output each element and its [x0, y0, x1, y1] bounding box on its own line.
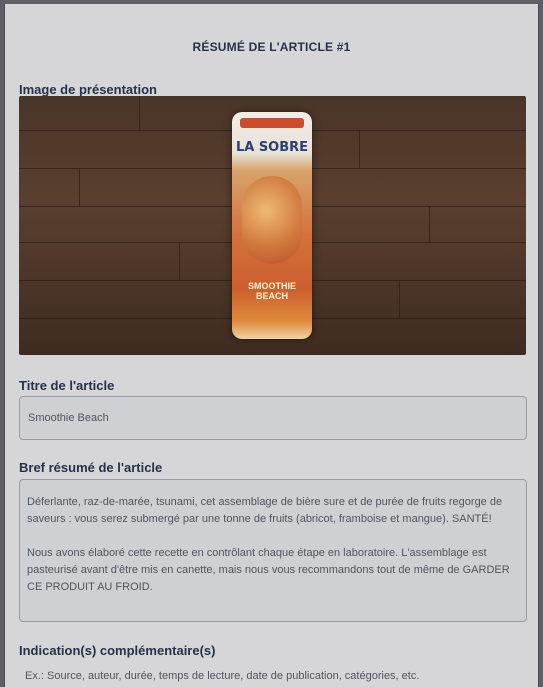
wood-seam: [429, 206, 430, 242]
can-top-band: [240, 118, 304, 128]
summary-paragraph: Déferlante, raz-de-marée, tsunami, cet a…: [27, 496, 503, 525]
extra-info-placeholder[interactable]: Ex.: Source, auteur, durée, temps de lec…: [25, 670, 419, 682]
article-title-label: Titre de l'article: [19, 378, 115, 393]
wood-seam: [139, 96, 140, 130]
summary-label: Bref résumé de l'article: [19, 460, 163, 475]
page-title: RÉSUMÉ DE L'ARTICLE #1: [192, 40, 351, 54]
wood-seam: [359, 130, 360, 168]
article-title-value: Smoothie Beach: [28, 412, 109, 424]
wood-seam: [399, 280, 400, 318]
wood-seam: [179, 242, 180, 280]
beer-can: LA SOBRE SMOOTHIE BEACH: [232, 112, 312, 339]
can-brand-text: LA SOBRE: [235, 140, 309, 155]
wood-seam: [79, 168, 80, 206]
can-product-text: SMOOTHIE BEACH: [247, 281, 296, 301]
article-title-input[interactable]: Smoothie Beach: [19, 396, 527, 440]
article-summary-panel: RÉSUMÉ DE L'ARTICLE #1 Image de présenta…: [4, 4, 539, 687]
presentation-image[interactable]: LA SOBRE SMOOTHIE BEACH: [19, 96, 526, 355]
can-fruit-artwork: [242, 176, 302, 264]
extra-info-label: Indication(s) complémentaire(s): [19, 643, 216, 658]
image-section-label: Image de présentation: [19, 82, 157, 97]
summary-paragraph: Nous avons élaboré cette recette en cont…: [27, 547, 510, 593]
summary-textarea[interactable]: Déferlante, raz-de-marée, tsunami, cet a…: [19, 479, 527, 622]
